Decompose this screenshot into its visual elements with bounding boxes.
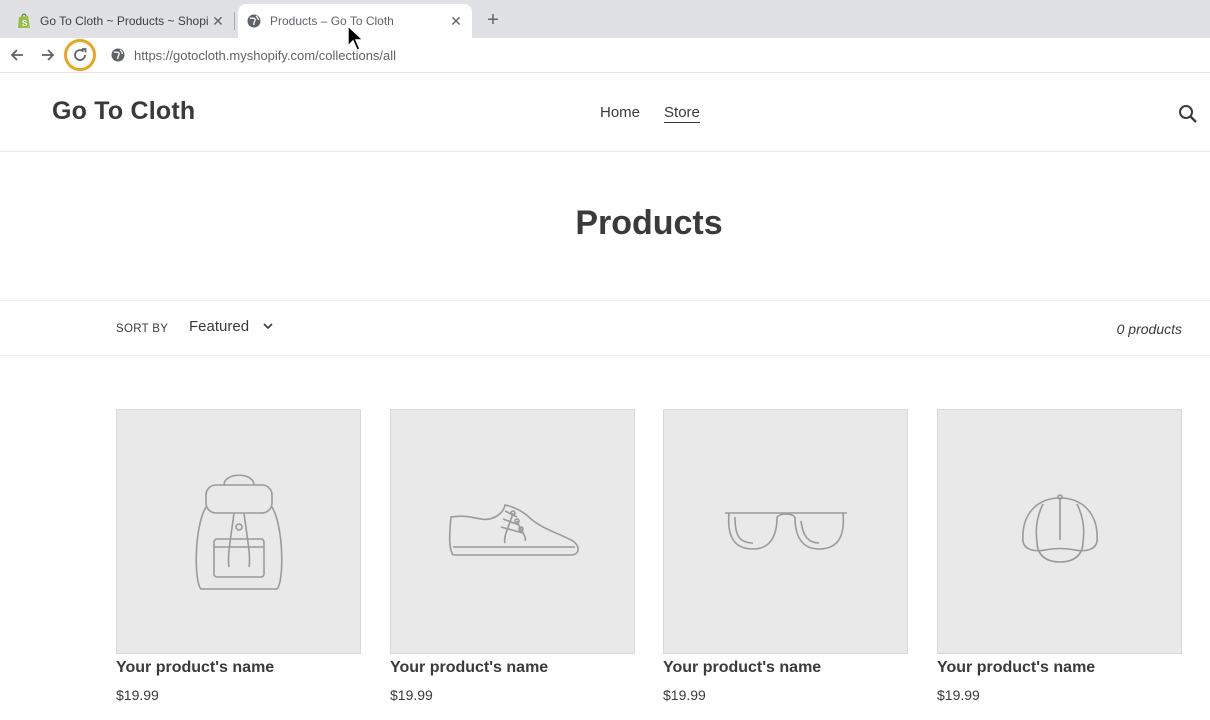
product-image[interactable] — [116, 409, 361, 654]
arrow-left-icon — [10, 49, 23, 61]
product-card[interactable]: Your product's name $19.99 — [937, 409, 1182, 703]
product-price: $19.99 — [116, 687, 159, 703]
site-info-icon[interactable] — [110, 47, 126, 63]
tab-title: Go To Cloth ~ Products ~ Shopif — [40, 14, 208, 28]
sneaker-icon — [448, 503, 579, 556]
product-count: 0 products — [1116, 321, 1182, 337]
collection-filters: SORT BY Featured 0 products — [0, 300, 1210, 356]
product-card[interactable]: Your product's name $19.99 — [116, 409, 361, 703]
browser-toolbar: https://gotocloth.myshopify.com/collecti… — [0, 38, 1210, 73]
reload-icon — [74, 48, 87, 61]
site-header: Go To Cloth Home Store — [0, 73, 1210, 152]
reload-button[interactable] — [64, 39, 96, 71]
product-price: $19.99 — [937, 687, 980, 703]
product-card[interactable]: Your product's name $19.99 — [663, 409, 908, 703]
product-price: $19.99 — [390, 687, 433, 703]
shopify-icon: S — [16, 13, 32, 29]
product-price: $19.99 — [663, 687, 706, 703]
sort-value: Featured — [189, 318, 250, 335]
sunglasses-icon — [724, 511, 847, 550]
close-icon[interactable]: ✕ — [208, 11, 228, 31]
product-name[interactable]: Your product's name — [663, 659, 908, 677]
product-image[interactable] — [390, 409, 635, 654]
close-icon[interactable]: ✕ — [446, 11, 466, 31]
product-image[interactable] — [663, 409, 908, 654]
nav-link-store[interactable]: Store — [664, 104, 700, 123]
search-button[interactable] — [1178, 104, 1200, 126]
svg-text:S: S — [22, 19, 28, 28]
mouse-cursor-icon — [347, 24, 365, 51]
back-button[interactable] — [6, 44, 28, 66]
page-title: Products — [575, 204, 723, 242]
main-nav: Home Store — [600, 104, 700, 123]
site-logo[interactable]: Go To Cloth — [52, 97, 195, 126]
backpack-icon — [194, 473, 283, 590]
tab-divider — [234, 12, 235, 30]
forward-button[interactable] — [37, 44, 59, 66]
nav-link-home[interactable]: Home — [600, 104, 640, 123]
search-icon — [1179, 105, 1197, 123]
arrow-right-icon — [42, 49, 55, 61]
chevron-down-icon — [263, 323, 273, 330]
tab-shopify-admin[interactable]: S Go To Cloth ~ Products ~ Shopif ✕ — [8, 4, 234, 38]
sort-label: SORT BY — [116, 323, 169, 335]
cap-icon — [1021, 493, 1098, 563]
globe-icon — [246, 13, 262, 29]
new-tab-button[interactable]: + — [482, 9, 504, 31]
product-name[interactable]: Your product's name — [116, 659, 361, 677]
product-name[interactable]: Your product's name — [937, 659, 1182, 677]
sort-select[interactable]: Featured — [189, 318, 273, 335]
product-image[interactable] — [937, 409, 1182, 654]
browser-tab-bar: S Go To Cloth ~ Products ~ Shopif ✕ Prod… — [0, 0, 1210, 38]
product-card[interactable]: Your product's name $19.99 — [390, 409, 635, 703]
product-name[interactable]: Your product's name — [390, 659, 635, 677]
address-bar[interactable]: https://gotocloth.myshopify.com/collecti… — [104, 41, 1204, 69]
